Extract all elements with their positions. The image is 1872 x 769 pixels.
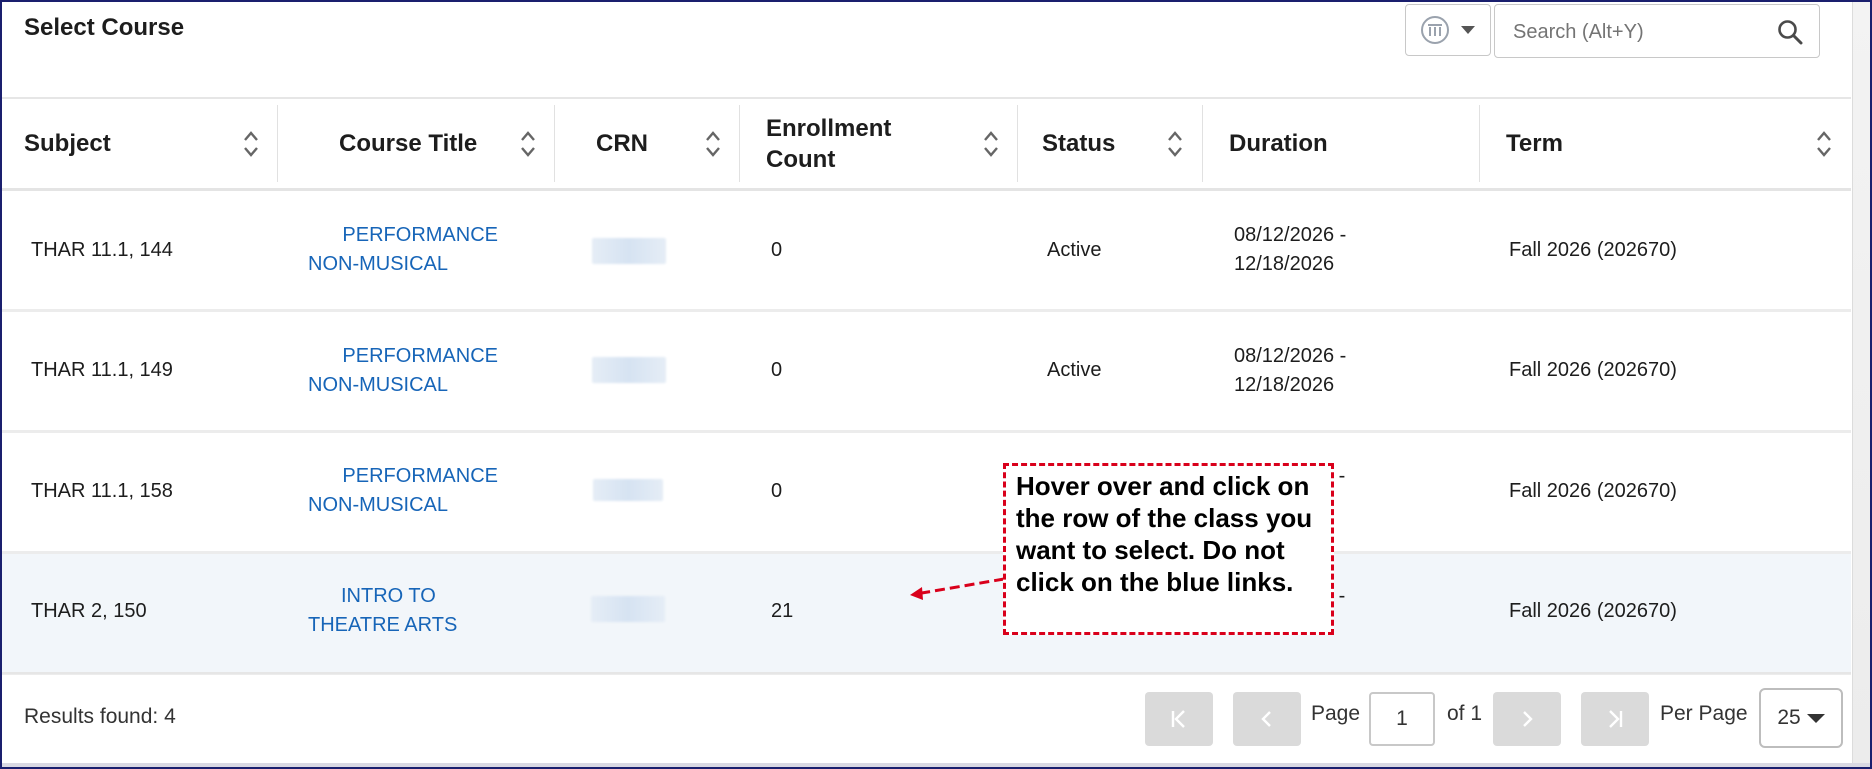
sort-icon[interactable] xyxy=(705,130,721,158)
results-count: Results found: 4 xyxy=(24,705,176,728)
last-page-button[interactable] xyxy=(1581,692,1649,746)
term-cell: Fall 2026 (202670) xyxy=(1509,480,1677,502)
annotation-callout: Hover over and click on the row of the c… xyxy=(1003,463,1334,635)
table-header: Subject Course Title CRN Enrollment Count… xyxy=(2,99,1851,188)
column-header-crn[interactable]: CRN xyxy=(555,99,740,188)
search-input[interactable] xyxy=(1511,15,1765,49)
term-cell: Fall 2026 (202670) xyxy=(1509,239,1677,261)
sort-icon[interactable] xyxy=(520,130,536,158)
course-title-link[interactable]: INTRO TO THEATRE ARTS xyxy=(308,582,498,640)
chevron-left-icon xyxy=(1261,711,1271,727)
duration-cell: 08/12/2026 -12/18/2026 xyxy=(1234,345,1347,396)
column-header-subject[interactable]: Subject xyxy=(2,99,278,188)
column-settings-button[interactable] xyxy=(1405,4,1491,56)
annotation-arrow xyxy=(910,577,1005,600)
table-row[interactable]: THAR 11.1, 158 PERFORMANCE NON-MUSICAL 0 … xyxy=(2,433,1851,554)
column-header-course-title[interactable]: Course Title xyxy=(278,99,555,188)
column-header-label: CRN xyxy=(596,130,648,157)
per-page-label: Per Page xyxy=(1660,702,1748,725)
chevron-down-icon xyxy=(1806,713,1825,723)
enrollment-cell: 0 xyxy=(771,239,783,261)
crn-cell xyxy=(591,596,665,622)
term-cell: Fall 2026 (202670) xyxy=(1509,600,1677,622)
crn-cell xyxy=(593,479,663,501)
columns-icon xyxy=(1421,16,1449,44)
sort-icon[interactable] xyxy=(243,130,259,158)
status-cell: Active xyxy=(1047,239,1102,261)
search-box[interactable] xyxy=(1494,4,1820,58)
subject-cell: THAR 11.1, 144 xyxy=(31,239,173,261)
course-title-link[interactable]: PERFORMANCE NON-MUSICAL xyxy=(308,462,498,520)
page-total: of 1 xyxy=(1447,702,1483,725)
column-header-label: Course Title xyxy=(339,130,478,157)
bottom-edge xyxy=(2,763,1870,767)
scrollbar-track[interactable] xyxy=(1852,2,1870,767)
subject-cell: THAR 2, 150 xyxy=(31,600,147,622)
subject-cell: THAR 11.1, 149 xyxy=(31,359,173,381)
sort-icon[interactable] xyxy=(1816,130,1832,158)
page-title: Select Course xyxy=(24,14,185,41)
term-cell: Fall 2026 (202670) xyxy=(1509,359,1677,381)
column-header-label: Enrollment Count xyxy=(766,114,892,173)
column-header-duration: Duration xyxy=(1203,99,1480,188)
column-header-label: Status xyxy=(1042,130,1116,157)
page-number-input[interactable]: 1 xyxy=(1369,692,1435,746)
course-title-link[interactable]: PERFORMANCE NON-MUSICAL xyxy=(308,342,498,400)
chevron-down-icon xyxy=(1461,26,1475,34)
enrollment-cell: 0 xyxy=(771,359,783,381)
previous-page-button[interactable] xyxy=(1233,692,1301,746)
duration-cell: 08/12/2026 -12/18/2026 xyxy=(1234,224,1347,275)
chevron-right-icon xyxy=(1523,711,1533,727)
divider xyxy=(2,672,1851,674)
subject-cell: THAR 11.1, 158 xyxy=(31,480,173,502)
table-row[interactable]: THAR 11.1, 144 PERFORMANCE NON-MUSICAL 0 … xyxy=(2,191,1851,312)
status-cell: Active xyxy=(1047,359,1102,381)
first-page-button[interactable] xyxy=(1145,692,1213,746)
crn-cell xyxy=(592,238,666,264)
enrollment-cell: 21 xyxy=(771,600,794,622)
column-header-label: Term xyxy=(1506,130,1563,157)
sort-icon[interactable] xyxy=(983,130,999,158)
next-page-button[interactable] xyxy=(1493,692,1561,746)
column-header-status[interactable]: Status xyxy=(1018,99,1203,188)
last-page-icon xyxy=(1609,710,1623,728)
column-header-label: Duration xyxy=(1229,130,1328,157)
table-row[interactable]: THAR 11.1, 149 PERFORMANCE NON-MUSICAL 0 … xyxy=(2,312,1851,433)
column-header-label: Subject xyxy=(24,130,111,157)
course-title-link[interactable]: PERFORMANCE NON-MUSICAL xyxy=(308,221,498,279)
crn-cell xyxy=(592,357,666,383)
first-page-icon xyxy=(1171,710,1185,728)
column-header-enrollment-count[interactable]: Enrollment Count xyxy=(740,99,1018,188)
per-page-select[interactable]: 25 xyxy=(1759,688,1843,748)
sort-icon[interactable] xyxy=(1167,130,1183,158)
column-header-term[interactable]: Term xyxy=(1480,99,1851,188)
per-page-value: 25 xyxy=(1777,706,1801,729)
page-label: Page xyxy=(1311,702,1361,725)
search-icon[interactable] xyxy=(1777,19,1803,50)
enrollment-cell: 0 xyxy=(771,480,783,502)
